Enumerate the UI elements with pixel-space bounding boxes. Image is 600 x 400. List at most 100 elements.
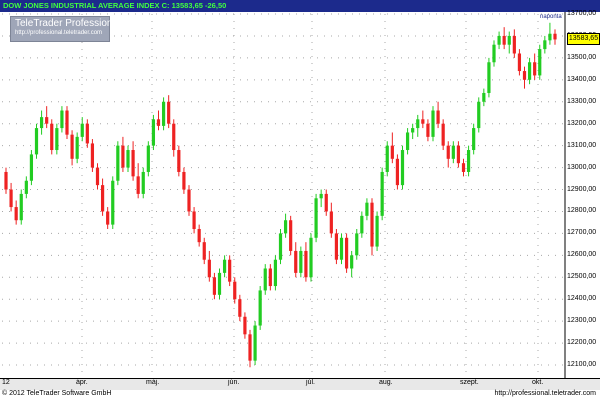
candle-down — [370, 198, 374, 256]
candle-down — [461, 158, 466, 177]
candle-body — [370, 202, 374, 247]
candle-body — [80, 123, 84, 137]
candle-body — [395, 158, 400, 186]
candle-down — [14, 200, 18, 225]
candle-down — [192, 207, 196, 234]
candle-body — [426, 123, 430, 137]
candle-down — [517, 49, 522, 76]
candle-body — [446, 145, 450, 159]
candle-body — [294, 250, 298, 273]
candle-body — [507, 35, 511, 45]
candle-down — [395, 154, 400, 190]
candle-up — [451, 141, 455, 164]
footer-link[interactable]: http://professional.teletrader.com — [494, 390, 596, 397]
candle-down — [45, 106, 49, 129]
candle-down — [289, 215, 293, 256]
candle-body — [324, 193, 328, 212]
y-tick-label: 12200,00 — [567, 339, 597, 347]
candle-body — [70, 134, 74, 159]
candle-body — [95, 167, 100, 186]
candle-up — [111, 176, 115, 230]
candle-up — [24, 176, 28, 199]
candle-up — [497, 31, 501, 50]
candle-body — [182, 171, 186, 190]
candle-body — [4, 171, 8, 190]
y-tick-label: 13200,00 — [567, 119, 597, 127]
candle-up — [273, 255, 278, 291]
candle-down — [197, 224, 201, 247]
y-tick-label: 13700,00 — [567, 10, 597, 17]
candle-body — [34, 128, 39, 155]
candle-body — [461, 163, 466, 172]
y-tick-label: 12400,00 — [567, 295, 597, 303]
candle-up — [263, 264, 267, 295]
candle-body — [197, 229, 201, 243]
candle-body — [29, 154, 34, 181]
candle-up — [141, 167, 145, 199]
candle-body — [416, 119, 420, 129]
candle-body — [202, 242, 206, 260]
candle-up — [492, 40, 496, 67]
candlestick-chart[interactable] — [0, 0, 600, 400]
candle-body — [533, 62, 537, 76]
candle-body — [65, 110, 69, 135]
candle-down — [177, 145, 181, 177]
candle-down — [131, 141, 135, 181]
candle-body — [14, 207, 18, 221]
candle-up — [39, 110, 44, 135]
candle-down — [268, 264, 272, 291]
close-value: C: 13583,65 — [161, 1, 203, 10]
x-tick-label: aug. — [379, 379, 393, 386]
last-price-marker: 13583,65 — [567, 33, 600, 46]
candle-down — [172, 119, 176, 157]
candle-up — [416, 114, 420, 137]
candle-up — [507, 31, 511, 54]
candle-body — [344, 237, 349, 269]
logo-title: TeleTrader Professional — [15, 18, 121, 29]
candle-body — [309, 237, 313, 278]
candle-body — [238, 299, 242, 317]
candle-body — [39, 117, 44, 129]
candle-up — [466, 145, 471, 177]
candle-body — [207, 259, 211, 278]
candle-down — [533, 53, 537, 80]
y-tick-label: 12300,00 — [567, 317, 597, 325]
candle-body — [187, 189, 191, 212]
teletrader-logo: TeleTrader Professional http://professio… — [10, 16, 120, 42]
candle-body — [90, 143, 95, 168]
candle-down — [50, 119, 54, 155]
candle-body — [492, 44, 496, 63]
candle-down — [329, 202, 333, 238]
candle-body — [222, 259, 227, 273]
candle-up — [253, 321, 257, 366]
candle-up — [527, 57, 532, 85]
candle-down — [90, 139, 95, 172]
candle-body — [151, 119, 156, 146]
candle-down — [512, 29, 516, 58]
candle-down — [522, 66, 527, 89]
candle-body — [233, 281, 237, 300]
candle-body — [243, 316, 247, 335]
copyright-text: © 2012 TeleTrader Software GmbH — [2, 390, 112, 397]
candle-up — [375, 211, 379, 251]
candle-body — [217, 272, 222, 295]
x-tick-label: júl. — [306, 379, 315, 386]
candle-body — [314, 198, 318, 238]
candle-down — [502, 27, 506, 50]
candle-body — [192, 211, 196, 230]
candle-body — [319, 193, 323, 199]
candle-up — [146, 141, 150, 177]
candle-up — [80, 117, 84, 142]
period-label: naponta — [540, 14, 562, 20]
candle-up — [477, 97, 481, 133]
candle-down — [421, 110, 425, 129]
candle-down — [212, 272, 217, 300]
x-tick-label: okt. — [532, 379, 544, 386]
candle-up — [299, 246, 303, 278]
candle-up — [405, 128, 410, 155]
candle-body — [248, 334, 252, 361]
candle-body — [497, 35, 501, 45]
candle-down — [106, 207, 110, 230]
candle-up — [126, 145, 130, 172]
candle-body — [553, 33, 557, 40]
